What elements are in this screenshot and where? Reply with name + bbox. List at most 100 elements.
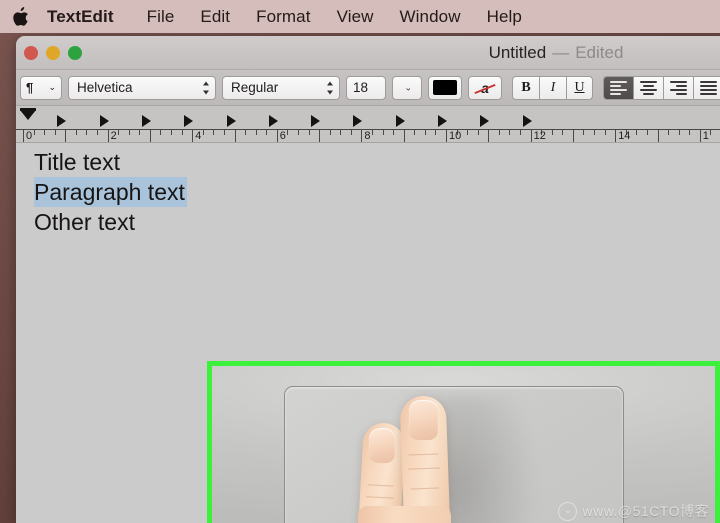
menu-item-help[interactable]: Help	[474, 0, 535, 33]
ruler-number: 14	[618, 130, 631, 142]
ruler-tick	[446, 129, 447, 142]
ruler-tab-stop[interactable]	[99, 115, 109, 127]
ruler-tab-stop[interactable]	[353, 115, 363, 127]
ruler-tick	[424, 129, 426, 135]
menu-item-window[interactable]: Window	[387, 0, 474, 33]
align-center-icon	[640, 80, 657, 95]
ruler-tick	[520, 129, 522, 135]
ruler-tick	[562, 129, 564, 135]
window-title: Untitled — Edited	[16, 36, 720, 70]
ruler-tick	[689, 129, 691, 135]
ruler-tab-stop[interactable]	[395, 115, 405, 127]
ruler-tick	[382, 129, 384, 135]
ruler-tick	[551, 129, 553, 135]
trackpad-photo: ⌄ www.@51CTO博客	[212, 366, 715, 523]
font-size-popup-button[interactable]: ⌄	[392, 75, 422, 100]
menu-item-format[interactable]: Format	[243, 0, 323, 33]
color-swatch	[433, 80, 457, 95]
ruler-tick	[65, 129, 67, 142]
text-style-group: B I U	[512, 75, 593, 100]
index-fingernail	[369, 428, 395, 463]
ruler-tick	[202, 129, 204, 135]
document-line-paragraph[interactable]: Paragraph text	[34, 177, 187, 207]
ruler-tick	[23, 129, 24, 142]
watermark: ⌄ www.@51CTO博客	[558, 501, 709, 521]
menu-item-view[interactable]: View	[324, 0, 387, 33]
align-right-button[interactable]	[663, 75, 693, 100]
ruler-tick	[636, 129, 638, 135]
document-status: Edited	[575, 43, 624, 62]
document-line-title[interactable]: Title text	[34, 147, 120, 177]
ruler-tick	[393, 129, 395, 135]
ruler-tick	[128, 129, 130, 135]
embedded-image-selection-frame[interactable]: ⌄ www.@51CTO博客	[207, 361, 720, 523]
ruler-tab-stop[interactable]	[57, 115, 67, 127]
ruler-tick	[213, 129, 215, 135]
ruler-tab-stop[interactable]	[184, 115, 194, 127]
align-justify-icon	[699, 80, 717, 95]
ruler-tab-stop[interactable]	[438, 115, 447, 127]
paragraph-style-popup[interactable]: ¶ ⌄	[20, 75, 62, 100]
menu-item-file[interactable]: File	[134, 0, 188, 33]
bold-label: B	[521, 79, 531, 95]
font-size-field[interactable]: 18	[346, 75, 386, 100]
font-family-value: Helvetica	[77, 80, 133, 95]
ruler-tick	[572, 129, 574, 142]
align-center-button[interactable]	[633, 75, 663, 100]
ruler-tick	[297, 129, 299, 135]
font-family-popup[interactable]: Helvetica	[68, 75, 216, 100]
ruler-tick	[678, 129, 680, 135]
ruler-tick	[192, 129, 194, 142]
ruler-tab-stop[interactable]	[268, 115, 278, 127]
ruler-tick	[149, 129, 151, 142]
document-line-other[interactable]: Other text	[34, 207, 135, 237]
apple-logo-icon[interactable]	[4, 7, 38, 26]
bold-button[interactable]: B	[512, 75, 539, 100]
ruler-tick	[350, 129, 352, 135]
align-left-icon	[610, 80, 627, 95]
ruler-tick	[615, 129, 617, 142]
menu-item-edit[interactable]: Edit	[187, 0, 243, 33]
ruler-tab-stop[interactable]	[226, 115, 236, 127]
watermark-text: www.@51CTO博客	[582, 503, 709, 519]
underline-button[interactable]: U	[566, 75, 593, 100]
ruler-tick	[403, 129, 405, 142]
font-style-popup[interactable]: Regular	[222, 75, 340, 100]
ruler-tick	[44, 129, 46, 135]
ruler-tick	[583, 129, 585, 135]
left-indent-marker[interactable]	[20, 110, 36, 120]
ruler-tick	[710, 129, 712, 135]
ruler-tick	[646, 129, 648, 135]
highlight-none-button[interactable]: a	[468, 75, 502, 100]
align-right-icon	[670, 80, 687, 95]
ruler-tab-stop[interactable]	[141, 115, 151, 127]
ruler-tick	[33, 129, 35, 135]
updown-chevron-icon	[202, 81, 210, 94]
text-color-button[interactable]	[428, 75, 462, 100]
menu-app-name[interactable]: TextEdit	[38, 0, 134, 33]
document-title: Untitled	[488, 43, 547, 62]
ruler-tick	[509, 129, 511, 135]
ruler-number: 1	[702, 130, 709, 142]
align-left-button[interactable]	[603, 75, 633, 100]
italic-button[interactable]: I	[539, 75, 566, 100]
ruler-tab-stop[interactable]	[480, 115, 490, 127]
ruler-tick	[435, 129, 437, 135]
ruler-tick	[414, 129, 416, 135]
window-title-bar[interactable]: Untitled — Edited	[16, 36, 720, 70]
ruler-tab-stop[interactable]	[311, 115, 321, 127]
chevron-down-icon: ⌄	[48, 82, 56, 92]
ruler-tab-stop[interactable]	[522, 115, 532, 127]
ruler-tick	[276, 129, 278, 142]
align-justify-button[interactable]	[693, 75, 720, 100]
ruler-tick	[171, 129, 173, 135]
finger-base	[358, 506, 451, 523]
ruler-tick	[467, 129, 469, 135]
ruler-tick	[308, 129, 310, 135]
ruler-tick	[118, 129, 120, 135]
ruler[interactable]: 0 2 4 6 8 10 12 14 1	[16, 106, 720, 143]
ruler-tick	[54, 129, 56, 135]
ruler-number: 12	[533, 130, 546, 142]
document-canvas[interactable]: Title text Paragraph text Other text ⌄ w…	[16, 143, 720, 523]
format-toolbar: ¶ ⌄ Helvetica Regular 18 ⌄ B I U	[16, 70, 720, 106]
